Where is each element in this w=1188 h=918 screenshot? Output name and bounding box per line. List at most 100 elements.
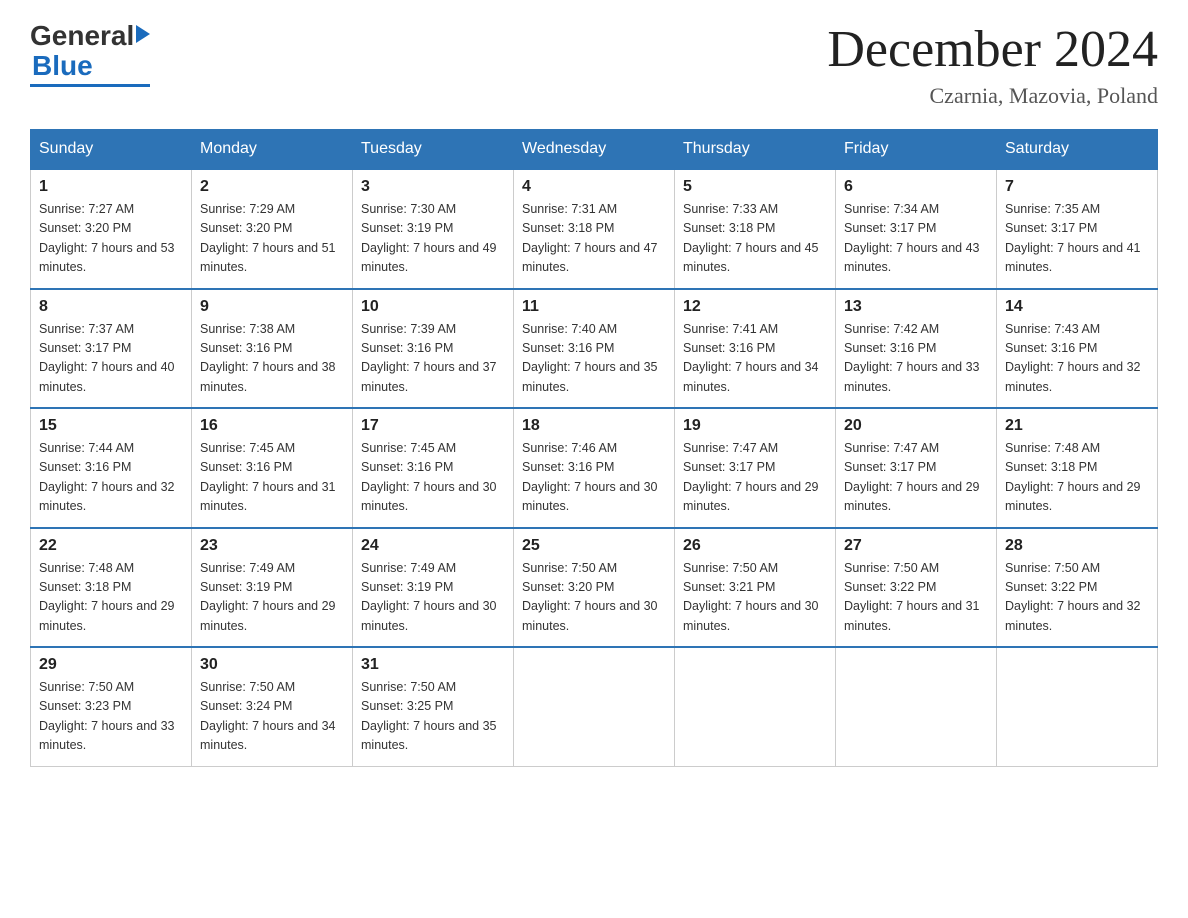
calendar-day-cell: 7 Sunrise: 7:35 AMSunset: 3:17 PMDayligh… [997, 169, 1158, 289]
day-number: 2 [200, 178, 344, 196]
calendar-day-cell: 28 Sunrise: 7:50 AMSunset: 3:22 PMDaylig… [997, 528, 1158, 648]
day-info: Sunrise: 7:29 AMSunset: 3:20 PMDaylight:… [200, 202, 336, 274]
day-info: Sunrise: 7:37 AMSunset: 3:17 PMDaylight:… [39, 322, 175, 394]
calendar-day-header: Monday [192, 130, 353, 170]
calendar-day-cell: 21 Sunrise: 7:48 AMSunset: 3:18 PMDaylig… [997, 408, 1158, 528]
day-number: 23 [200, 537, 344, 555]
calendar-table: SundayMondayTuesdayWednesdayThursdayFrid… [30, 129, 1158, 767]
day-number: 13 [844, 298, 988, 316]
calendar-day-cell: 9 Sunrise: 7:38 AMSunset: 3:16 PMDayligh… [192, 289, 353, 409]
day-number: 21 [1005, 417, 1149, 435]
day-number: 6 [844, 178, 988, 196]
day-number: 16 [200, 417, 344, 435]
calendar-header-row: SundayMondayTuesdayWednesdayThursdayFrid… [31, 130, 1158, 170]
calendar-day-cell: 8 Sunrise: 7:37 AMSunset: 3:17 PMDayligh… [31, 289, 192, 409]
day-number: 20 [844, 417, 988, 435]
calendar-day-cell [997, 647, 1158, 766]
day-info: Sunrise: 7:40 AMSunset: 3:16 PMDaylight:… [522, 322, 658, 394]
logo-blue-text: Blue [32, 50, 93, 81]
calendar-day-cell: 20 Sunrise: 7:47 AMSunset: 3:17 PMDaylig… [836, 408, 997, 528]
calendar-day-cell: 16 Sunrise: 7:45 AMSunset: 3:16 PMDaylig… [192, 408, 353, 528]
day-number: 28 [1005, 537, 1149, 555]
day-info: Sunrise: 7:49 AMSunset: 3:19 PMDaylight:… [361, 561, 497, 633]
calendar-day-cell: 1 Sunrise: 7:27 AMSunset: 3:20 PMDayligh… [31, 169, 192, 289]
day-info: Sunrise: 7:50 AMSunset: 3:23 PMDaylight:… [39, 680, 175, 752]
day-info: Sunrise: 7:35 AMSunset: 3:17 PMDaylight:… [1005, 202, 1141, 274]
calendar-day-header: Saturday [997, 130, 1158, 170]
day-info: Sunrise: 7:50 AMSunset: 3:21 PMDaylight:… [683, 561, 819, 633]
day-number: 12 [683, 298, 827, 316]
calendar-day-header: Thursday [675, 130, 836, 170]
day-number: 31 [361, 656, 505, 674]
day-number: 26 [683, 537, 827, 555]
day-number: 22 [39, 537, 183, 555]
day-info: Sunrise: 7:47 AMSunset: 3:17 PMDaylight:… [683, 441, 819, 513]
calendar-day-cell: 26 Sunrise: 7:50 AMSunset: 3:21 PMDaylig… [675, 528, 836, 648]
calendar-day-cell: 18 Sunrise: 7:46 AMSunset: 3:16 PMDaylig… [514, 408, 675, 528]
calendar-day-cell: 31 Sunrise: 7:50 AMSunset: 3:25 PMDaylig… [353, 647, 514, 766]
day-number: 14 [1005, 298, 1149, 316]
calendar-day-cell: 19 Sunrise: 7:47 AMSunset: 3:17 PMDaylig… [675, 408, 836, 528]
day-info: Sunrise: 7:48 AMSunset: 3:18 PMDaylight:… [1005, 441, 1141, 513]
calendar-day-cell: 12 Sunrise: 7:41 AMSunset: 3:16 PMDaylig… [675, 289, 836, 409]
day-info: Sunrise: 7:50 AMSunset: 3:22 PMDaylight:… [1005, 561, 1141, 633]
logo-underline [30, 84, 150, 87]
title-section: December 2024 Czarnia, Mazovia, Poland [827, 20, 1158, 109]
day-number: 30 [200, 656, 344, 674]
day-number: 18 [522, 417, 666, 435]
page-header: General Blue December 2024 Czarnia, Mazo… [30, 20, 1158, 109]
logo-triangle-icon [136, 25, 150, 43]
day-number: 3 [361, 178, 505, 196]
day-info: Sunrise: 7:47 AMSunset: 3:17 PMDaylight:… [844, 441, 980, 513]
calendar-day-cell: 15 Sunrise: 7:44 AMSunset: 3:16 PMDaylig… [31, 408, 192, 528]
calendar-day-cell [836, 647, 997, 766]
day-number: 19 [683, 417, 827, 435]
calendar-day-header: Wednesday [514, 130, 675, 170]
day-info: Sunrise: 7:50 AMSunset: 3:24 PMDaylight:… [200, 680, 336, 752]
calendar-day-cell: 14 Sunrise: 7:43 AMSunset: 3:16 PMDaylig… [997, 289, 1158, 409]
day-info: Sunrise: 7:30 AMSunset: 3:19 PMDaylight:… [361, 202, 497, 274]
calendar-day-header: Sunday [31, 130, 192, 170]
day-info: Sunrise: 7:45 AMSunset: 3:16 PMDaylight:… [361, 441, 497, 513]
day-info: Sunrise: 7:49 AMSunset: 3:19 PMDaylight:… [200, 561, 336, 633]
calendar-day-cell: 4 Sunrise: 7:31 AMSunset: 3:18 PMDayligh… [514, 169, 675, 289]
calendar-day-cell: 30 Sunrise: 7:50 AMSunset: 3:24 PMDaylig… [192, 647, 353, 766]
calendar-day-header: Tuesday [353, 130, 514, 170]
calendar-day-cell [675, 647, 836, 766]
day-number: 4 [522, 178, 666, 196]
day-info: Sunrise: 7:45 AMSunset: 3:16 PMDaylight:… [200, 441, 336, 513]
day-info: Sunrise: 7:50 AMSunset: 3:22 PMDaylight:… [844, 561, 980, 633]
calendar-day-cell: 25 Sunrise: 7:50 AMSunset: 3:20 PMDaylig… [514, 528, 675, 648]
day-number: 25 [522, 537, 666, 555]
calendar-day-cell: 5 Sunrise: 7:33 AMSunset: 3:18 PMDayligh… [675, 169, 836, 289]
calendar-week-row: 15 Sunrise: 7:44 AMSunset: 3:16 PMDaylig… [31, 408, 1158, 528]
day-info: Sunrise: 7:34 AMSunset: 3:17 PMDaylight:… [844, 202, 980, 274]
calendar-day-cell: 13 Sunrise: 7:42 AMSunset: 3:16 PMDaylig… [836, 289, 997, 409]
calendar-day-cell: 23 Sunrise: 7:49 AMSunset: 3:19 PMDaylig… [192, 528, 353, 648]
day-info: Sunrise: 7:44 AMSunset: 3:16 PMDaylight:… [39, 441, 175, 513]
day-info: Sunrise: 7:31 AMSunset: 3:18 PMDaylight:… [522, 202, 658, 274]
day-info: Sunrise: 7:27 AMSunset: 3:20 PMDaylight:… [39, 202, 175, 274]
calendar-week-row: 22 Sunrise: 7:48 AMSunset: 3:18 PMDaylig… [31, 528, 1158, 648]
day-info: Sunrise: 7:41 AMSunset: 3:16 PMDaylight:… [683, 322, 819, 394]
day-number: 15 [39, 417, 183, 435]
calendar-week-row: 1 Sunrise: 7:27 AMSunset: 3:20 PMDayligh… [31, 169, 1158, 289]
calendar-day-cell: 6 Sunrise: 7:34 AMSunset: 3:17 PMDayligh… [836, 169, 997, 289]
calendar-day-cell: 22 Sunrise: 7:48 AMSunset: 3:18 PMDaylig… [31, 528, 192, 648]
day-info: Sunrise: 7:50 AMSunset: 3:25 PMDaylight:… [361, 680, 497, 752]
day-number: 10 [361, 298, 505, 316]
calendar-day-cell: 10 Sunrise: 7:39 AMSunset: 3:16 PMDaylig… [353, 289, 514, 409]
day-number: 1 [39, 178, 183, 196]
day-number: 29 [39, 656, 183, 674]
calendar-week-row: 8 Sunrise: 7:37 AMSunset: 3:17 PMDayligh… [31, 289, 1158, 409]
calendar-day-cell: 3 Sunrise: 7:30 AMSunset: 3:19 PMDayligh… [353, 169, 514, 289]
logo: General Blue [30, 20, 150, 87]
day-info: Sunrise: 7:33 AMSunset: 3:18 PMDaylight:… [683, 202, 819, 274]
calendar-day-cell: 11 Sunrise: 7:40 AMSunset: 3:16 PMDaylig… [514, 289, 675, 409]
calendar-day-cell: 24 Sunrise: 7:49 AMSunset: 3:19 PMDaylig… [353, 528, 514, 648]
day-number: 27 [844, 537, 988, 555]
logo-general-text: General [30, 20, 134, 52]
day-number: 8 [39, 298, 183, 316]
day-number: 24 [361, 537, 505, 555]
day-info: Sunrise: 7:38 AMSunset: 3:16 PMDaylight:… [200, 322, 336, 394]
